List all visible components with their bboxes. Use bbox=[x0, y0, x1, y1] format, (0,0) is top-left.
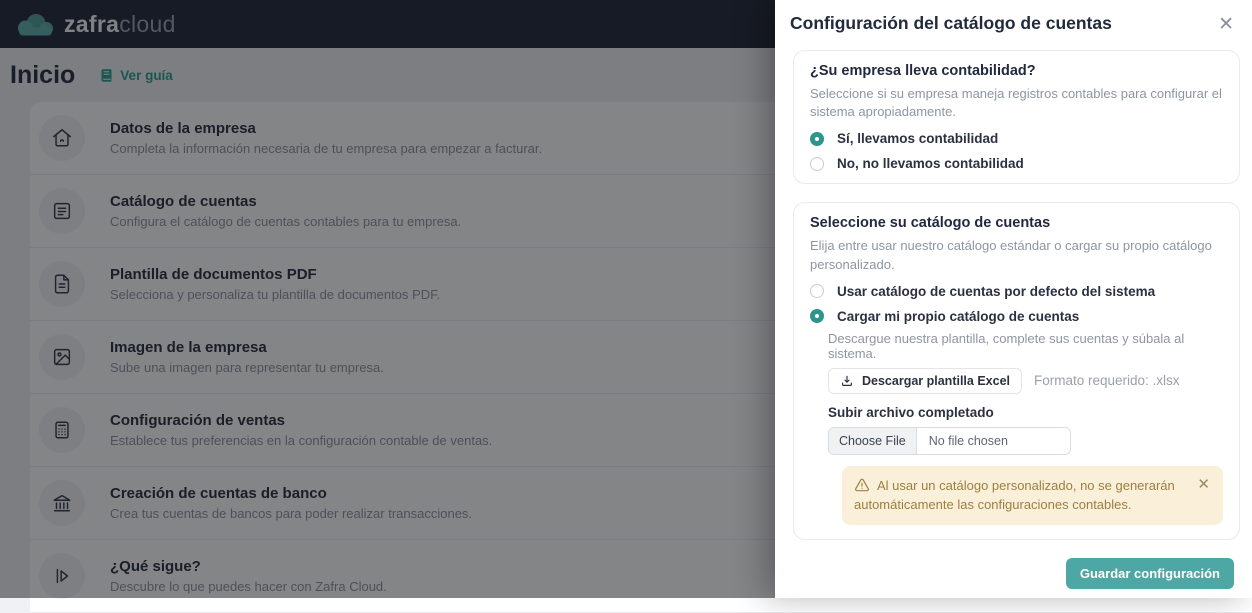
drawer-body: ¿Su empresa lleva contabilidad? Seleccio… bbox=[775, 36, 1252, 540]
radio-icon[interactable] bbox=[810, 132, 824, 146]
radio-icon[interactable] bbox=[810, 309, 824, 323]
warning-close-icon[interactable]: ✕ bbox=[1197, 477, 1210, 492]
close-icon[interactable]: ✕ bbox=[1214, 13, 1238, 36]
catalog-selection-title: Seleccione su catálogo de cuentas bbox=[810, 215, 1223, 231]
download-template-label: Descargar plantilla Excel bbox=[862, 374, 1010, 388]
accounting-question-description: Seleccione si su empresa maneja registro… bbox=[810, 85, 1223, 121]
drawer-header: Configuración del catálogo de cuentas ✕ bbox=[775, 0, 1252, 36]
radio-icon[interactable] bbox=[810, 157, 824, 171]
accounting-question-card: ¿Su empresa lleva contabilidad? Seleccio… bbox=[793, 50, 1240, 184]
download-icon bbox=[840, 374, 854, 388]
catalog-selection-card: Seleccione su catálogo de cuentas Elija … bbox=[793, 202, 1240, 539]
catalog-config-drawer: Configuración del catálogo de cuentas ✕ … bbox=[775, 0, 1252, 598]
catalog-selection-description: Elija entre usar nuestro catálogo estánd… bbox=[810, 237, 1223, 273]
radio-option-default-catalog[interactable]: Usar catálogo de cuentas por defecto del… bbox=[810, 284, 1223, 299]
radio-option-custom-catalog[interactable]: Cargar mi propio catálogo de cuentas bbox=[810, 309, 1223, 324]
upload-file-label: Subir archivo completado bbox=[828, 405, 1223, 420]
choose-file-button[interactable]: Choose File bbox=[829, 428, 917, 454]
custom-catalog-upload-block: Descargue nuestra plantilla, complete su… bbox=[828, 331, 1223, 525]
radio-label: Sí, llevamos contabilidad bbox=[837, 131, 998, 146]
file-input[interactable]: Choose File No file chosen bbox=[828, 427, 1071, 455]
radio-option-yes-accounting[interactable]: Sí, llevamos contabilidad bbox=[810, 131, 1223, 146]
drawer-title: Configuración del catálogo de cuentas bbox=[790, 13, 1112, 34]
download-template-button[interactable]: Descargar plantilla Excel bbox=[828, 368, 1022, 394]
accounting-question-title: ¿Su empresa lleva contabilidad? bbox=[810, 63, 1223, 79]
radio-label: Usar catálogo de cuentas por defecto del… bbox=[837, 284, 1155, 299]
radio-label: Cargar mi propio catálogo de cuentas bbox=[837, 309, 1079, 324]
drawer-footer: Guardar configuración bbox=[1066, 558, 1234, 589]
file-status-text: No file chosen bbox=[917, 434, 1020, 448]
radio-icon[interactable] bbox=[810, 284, 824, 298]
radio-option-no-accounting[interactable]: No, no llevamos contabilidad bbox=[810, 156, 1223, 171]
format-required-note: Formato requerido: .xlsx bbox=[1034, 373, 1180, 388]
warning-triangle-icon bbox=[854, 477, 870, 493]
upload-instructions: Descargue nuestra plantilla, complete su… bbox=[828, 331, 1223, 361]
custom-catalog-warning: Al usar un catálogo personalizado, no se… bbox=[842, 466, 1223, 525]
warning-text: Al usar un catálogo personalizado, no se… bbox=[854, 478, 1175, 513]
radio-label: No, no llevamos contabilidad bbox=[837, 156, 1024, 171]
save-configuration-button[interactable]: Guardar configuración bbox=[1066, 558, 1234, 589]
